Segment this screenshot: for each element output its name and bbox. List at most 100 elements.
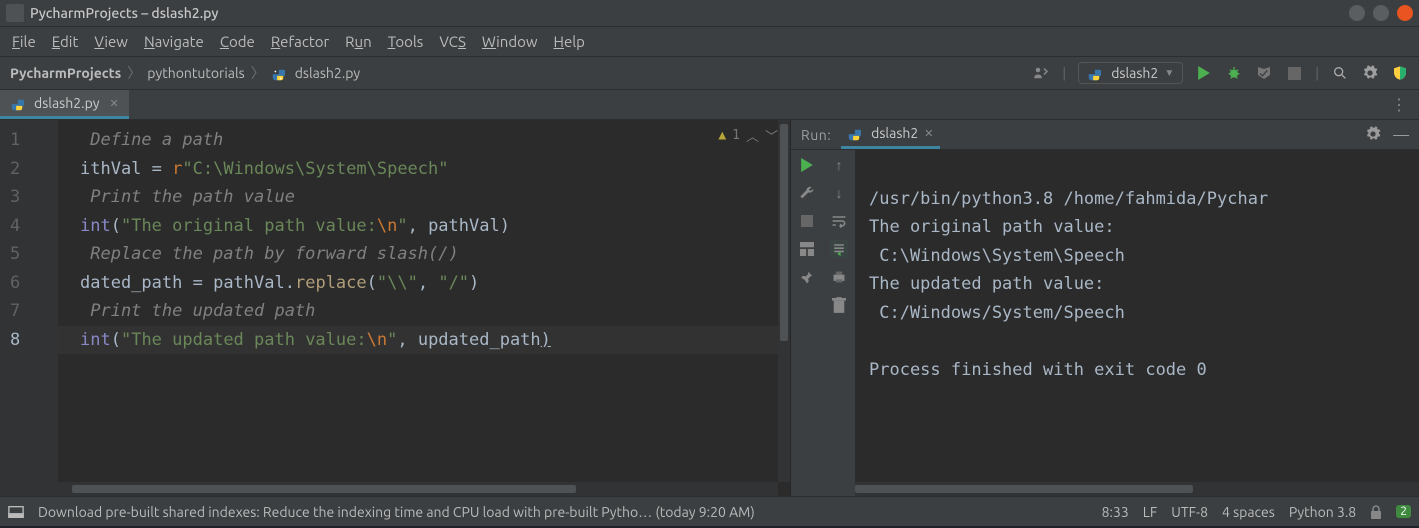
run-tab-dslash2[interactable]: dslash2 ✕ (841, 120, 939, 149)
run-toolbar-second: ↑ ↓ (823, 150, 855, 496)
menu-bar: File Edit View Navigate Code Refactor Ru… (0, 26, 1419, 56)
breadcrumb-folder[interactable]: pythontutorials (147, 65, 244, 81)
menu-vcs[interactable]: VCS (433, 31, 472, 52)
minimize-button[interactable] (1349, 5, 1365, 21)
run-tab-label: dslash2 (871, 125, 918, 141)
search-everywhere-button[interactable] (1331, 64, 1349, 82)
editor-tab-label: dslash2.py (34, 95, 99, 111)
breadcrumb-file[interactable]: dslash2.py (295, 65, 360, 81)
code-editor[interactable]: 1 2 3 4 5 6 7 8 ▲ 1 ︿ ﹀ Define a path it… (0, 120, 790, 496)
run-tool-header: Run: dslash2 ✕ — (791, 120, 1419, 150)
hide-tool-window-icon[interactable]: — (1393, 126, 1409, 144)
menu-navigate[interactable]: Navigate (138, 31, 210, 52)
console-line: The original path value: (869, 217, 1115, 237)
code-with-me-icon[interactable] (1032, 64, 1050, 82)
trash-icon[interactable] (830, 296, 848, 314)
console-line: C:/Windows/System/Speech (869, 303, 1125, 323)
menu-edit[interactable]: Edit (46, 31, 85, 52)
status-message[interactable]: Download pre-built shared indexes: Reduc… (38, 504, 1088, 520)
navigation-toolbar: PycharmProjects 〉 pythontutorials 〉 dsla… (0, 56, 1419, 90)
console-horizontal-scrollbar[interactable] (855, 482, 1419, 496)
file-encoding[interactable]: UTF-8 (1171, 504, 1208, 520)
editor-tab-dslash2[interactable]: dslash2.py ✕ (0, 90, 129, 119)
code-text: Print the updated path (80, 301, 315, 321)
run-config-name: dslash2 (1111, 65, 1158, 81)
debug-button[interactable] (1225, 64, 1243, 82)
wrench-icon[interactable] (798, 184, 816, 202)
layout-icon[interactable] (798, 240, 816, 258)
rerun-button[interactable] (798, 156, 816, 174)
warning-icon: ▲ (718, 128, 726, 143)
run-tool-window: Run: dslash2 ✕ — (790, 120, 1419, 496)
chevron-down-icon: ▼ (1164, 67, 1174, 79)
python-file-icon (847, 128, 861, 142)
python-file-icon (1087, 68, 1101, 82)
python-file-icon (10, 98, 24, 112)
line-number: 6 (0, 269, 58, 298)
caret-position[interactable]: 8:33 (1102, 504, 1129, 520)
chevron-right-icon: 〉 (251, 63, 265, 83)
menu-help[interactable]: Help (548, 31, 591, 52)
editor-vertical-scrollbar[interactable] (778, 120, 790, 482)
run-settings-icon[interactable] (1365, 126, 1381, 144)
notifications-badge[interactable]: 2 (1396, 505, 1411, 518)
stop-button[interactable] (798, 212, 816, 230)
code-text: ithVal (80, 159, 141, 179)
chevron-down-icon[interactable]: ﹀ (765, 126, 778, 145)
settings-button[interactable] (1361, 64, 1379, 82)
menu-refactor[interactable]: Refactor (265, 31, 335, 52)
chevron-up-icon[interactable]: ︿ (746, 126, 759, 145)
code-text: Print the path value (80, 187, 295, 207)
editor-tab-options[interactable]: ⋮ (1379, 90, 1419, 119)
close-tab-icon[interactable]: ✕ (924, 127, 933, 140)
line-number: 7 (0, 297, 58, 326)
run-button[interactable] (1195, 64, 1213, 82)
editor-pane: 1 2 3 4 5 6 7 8 ▲ 1 ︿ ﹀ Define a path it… (0, 120, 790, 496)
ide-shield-icon[interactable] (1391, 64, 1409, 82)
code-text: Define a path (80, 130, 223, 150)
lock-icon[interactable] (1370, 505, 1382, 519)
pin-icon[interactable] (798, 268, 816, 286)
close-tab-icon[interactable]: ✕ (109, 97, 118, 110)
status-bar: Download pre-built shared indexes: Reduc… (0, 496, 1419, 526)
soft-wrap-icon[interactable] (830, 212, 848, 230)
console-line: The updated path value: (869, 274, 1104, 294)
console-line: /usr/bin/python3.8 /home/fahmida/Pychar (869, 189, 1268, 209)
line-number: 1 (0, 126, 58, 155)
editor-tabs: dslash2.py ✕ ⋮ (0, 90, 1419, 120)
python-file-icon (271, 68, 285, 82)
menu-tools[interactable]: Tools (382, 31, 430, 52)
print-icon[interactable] (830, 268, 848, 286)
inspection-badge[interactable]: ▲ 1 ︿ ﹀ (718, 126, 778, 145)
editor-gutter: 1 2 3 4 5 6 7 8 (0, 120, 58, 496)
python-interpreter[interactable]: Python 3.8 (1289, 504, 1356, 520)
window-title: PycharmProjects – dslash2.py (30, 5, 218, 21)
breadcrumb[interactable]: PycharmProjects 〉 pythontutorials 〉 dsla… (10, 63, 360, 83)
breadcrumb-root[interactable]: PycharmProjects (10, 65, 121, 81)
run-console[interactable]: /usr/bin/python3.8 /home/fahmida/Pychar … (855, 150, 1419, 496)
run-toolbar-left (791, 150, 823, 496)
stop-button[interactable] (1285, 64, 1303, 82)
menu-run[interactable]: Run (339, 31, 378, 52)
line-separator[interactable]: LF (1143, 504, 1158, 520)
close-window-button[interactable] (1397, 5, 1413, 21)
scroll-to-end-icon[interactable] (830, 240, 848, 258)
up-arrow-icon[interactable]: ↑ (830, 156, 848, 174)
maximize-button[interactable] (1373, 5, 1389, 21)
window-titlebar: PycharmProjects – dslash2.py (0, 0, 1419, 26)
tool-window-quick-access-icon[interactable] (8, 505, 24, 519)
coverage-button[interactable] (1255, 64, 1273, 82)
editor-horizontal-scrollbar[interactable] (58, 482, 778, 496)
app-icon (6, 4, 24, 22)
menu-code[interactable]: Code (214, 31, 261, 52)
code-text: Replace the path by forward slash(/) (80, 244, 459, 264)
menu-window[interactable]: Window (476, 31, 544, 52)
run-configuration-selector[interactable]: dslash2 ▼ (1078, 62, 1183, 84)
down-arrow-icon[interactable]: ↓ (830, 184, 848, 202)
line-number: 8 (0, 326, 58, 355)
indent-setting[interactable]: 4 spaces (1222, 504, 1275, 520)
console-line: Process finished with exit code 0 (869, 360, 1207, 380)
menu-view[interactable]: View (88, 31, 134, 52)
menu-file[interactable]: File (6, 31, 42, 52)
line-number: 2 (0, 155, 58, 184)
